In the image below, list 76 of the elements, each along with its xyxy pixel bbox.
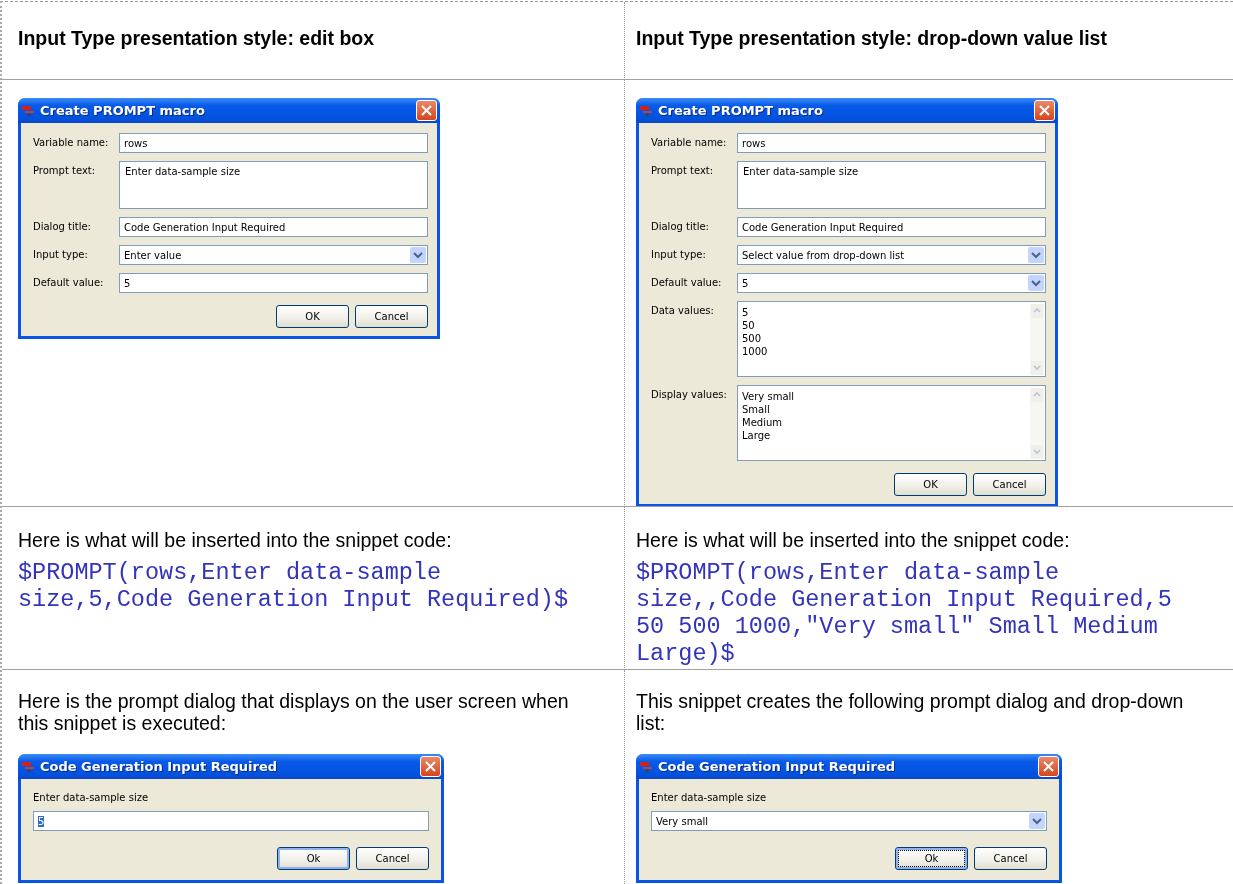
- scroll-up-icon: [1031, 304, 1043, 318]
- list-item[interactable]: 500: [742, 332, 768, 345]
- field-label: Dialog title:: [33, 220, 92, 234]
- close-icon: [1039, 105, 1050, 116]
- app-icon: [22, 760, 36, 773]
- scroll-up-icon: [1031, 388, 1043, 402]
- window-title: Create PROMPT macro: [658, 103, 824, 118]
- field-label: Data values:: [651, 304, 715, 318]
- list-item[interactable]: 5: [742, 306, 768, 319]
- list-box[interactable]: 5 50 500 1000: [737, 301, 1046, 377]
- close-icon: [1043, 761, 1054, 772]
- text-area[interactable]: Enter data-sample size: [119, 161, 428, 209]
- app-icon: [640, 104, 654, 117]
- window-title: Code Generation Input Required: [40, 759, 278, 774]
- window-title: Code Generation Input Required: [658, 759, 896, 774]
- field-label: Default value:: [33, 276, 105, 290]
- list-item[interactable]: 50: [742, 319, 768, 332]
- app-icon: [640, 760, 654, 773]
- app-icon: [22, 104, 36, 117]
- list-item[interactable]: Medium: [742, 416, 795, 429]
- dropdown-value: Select value from drop-down list: [742, 249, 905, 261]
- field-label: Variable name:: [33, 136, 110, 150]
- text-field[interactable]: rows: [119, 133, 428, 153]
- dropdown[interactable]: 5: [737, 273, 1046, 293]
- caption-text: Here is what will be inserted into the snippet code:: [18, 529, 453, 551]
- ok-button[interactable]: OK: [894, 473, 967, 496]
- scroll-down-icon: [1031, 361, 1043, 375]
- dropdown[interactable]: Very small: [651, 811, 1047, 831]
- ok-button[interactable]: OK: [276, 305, 349, 328]
- text-field[interactable]: rows: [737, 133, 1046, 153]
- code-text: $PROMPT(rows,Enter data-sample size,5,Code Generation Input Required)$: [18, 559, 569, 613]
- field-label: Prompt text:: [33, 164, 97, 178]
- cancel-button[interactable]: Cancel: [973, 473, 1046, 496]
- caption-text: Here is what will be inserted into the snippet code:: [636, 529, 1071, 551]
- caption-text: Here is the prompt dialog that displays on the user screen when this snippet is executed:: [18, 690, 570, 734]
- close-icon: [421, 105, 432, 116]
- field-label: Display values:: [651, 388, 728, 402]
- text-field[interactable]: Code Generation Input Required: [737, 217, 1046, 237]
- window-title: Create PROMPT macro: [40, 103, 206, 118]
- prompt-label: Enter data-sample size: [651, 791, 768, 805]
- list-box[interactable]: Very small Small Medium Large: [737, 385, 1046, 461]
- dropdown[interactable]: Enter value: [119, 245, 428, 265]
- text-field[interactable]: 5: [119, 273, 428, 293]
- field-label: Input type:: [651, 248, 707, 262]
- field-label: Dialog title:: [651, 220, 710, 234]
- close-button[interactable]: [416, 100, 437, 121]
- close-button[interactable]: [1034, 100, 1055, 121]
- list-item[interactable]: 1000: [742, 345, 768, 358]
- cancel-button[interactable]: Cancel: [355, 305, 428, 328]
- list-item[interactable]: Very small: [742, 390, 795, 403]
- dropdown-value: Enter value: [124, 249, 182, 261]
- scroll-down-icon: [1031, 445, 1043, 459]
- dropdown-value: Very small: [656, 815, 709, 827]
- cancel-button[interactable]: Cancel: [356, 847, 429, 870]
- caption-text: This snippet creates the following prompt dialog and drop-down list:: [636, 690, 1185, 734]
- code-text: $PROMPT(rows,Enter data-sample size,,Code Generation Input Required,5 50 500 1000,"Very small" Small Medium Large)$: [636, 559, 1173, 667]
- field-label: Variable name:: [651, 136, 728, 150]
- list-item[interactable]: Small: [742, 403, 795, 416]
- dropdown-value: 5: [742, 277, 749, 289]
- section-heading: Input Type presentation style: drop-down value list: [636, 26, 1108, 51]
- close-button[interactable]: [420, 756, 441, 777]
- field-label: Prompt text:: [651, 164, 715, 178]
- text-area[interactable]: Enter data-sample size: [737, 161, 1046, 209]
- prompt-label: Enter data-sample size: [33, 791, 150, 805]
- cancel-button[interactable]: Cancel: [974, 847, 1047, 870]
- dropdown[interactable]: Select value from drop-down list: [737, 245, 1046, 265]
- section-heading: Input Type presentation style: edit box: [18, 26, 376, 51]
- field-label: Default value:: [651, 276, 723, 290]
- list-item[interactable]: Large: [742, 429, 795, 442]
- close-icon: [425, 761, 436, 772]
- text-field[interactable]: Code Generation Input Required: [119, 217, 428, 237]
- ok-button[interactable]: Ok: [895, 847, 968, 870]
- text-field[interactable]: 5: [33, 811, 429, 831]
- field-label: Input type:: [33, 248, 89, 262]
- close-button[interactable]: [1038, 756, 1059, 777]
- ok-button[interactable]: Ok: [277, 847, 350, 870]
